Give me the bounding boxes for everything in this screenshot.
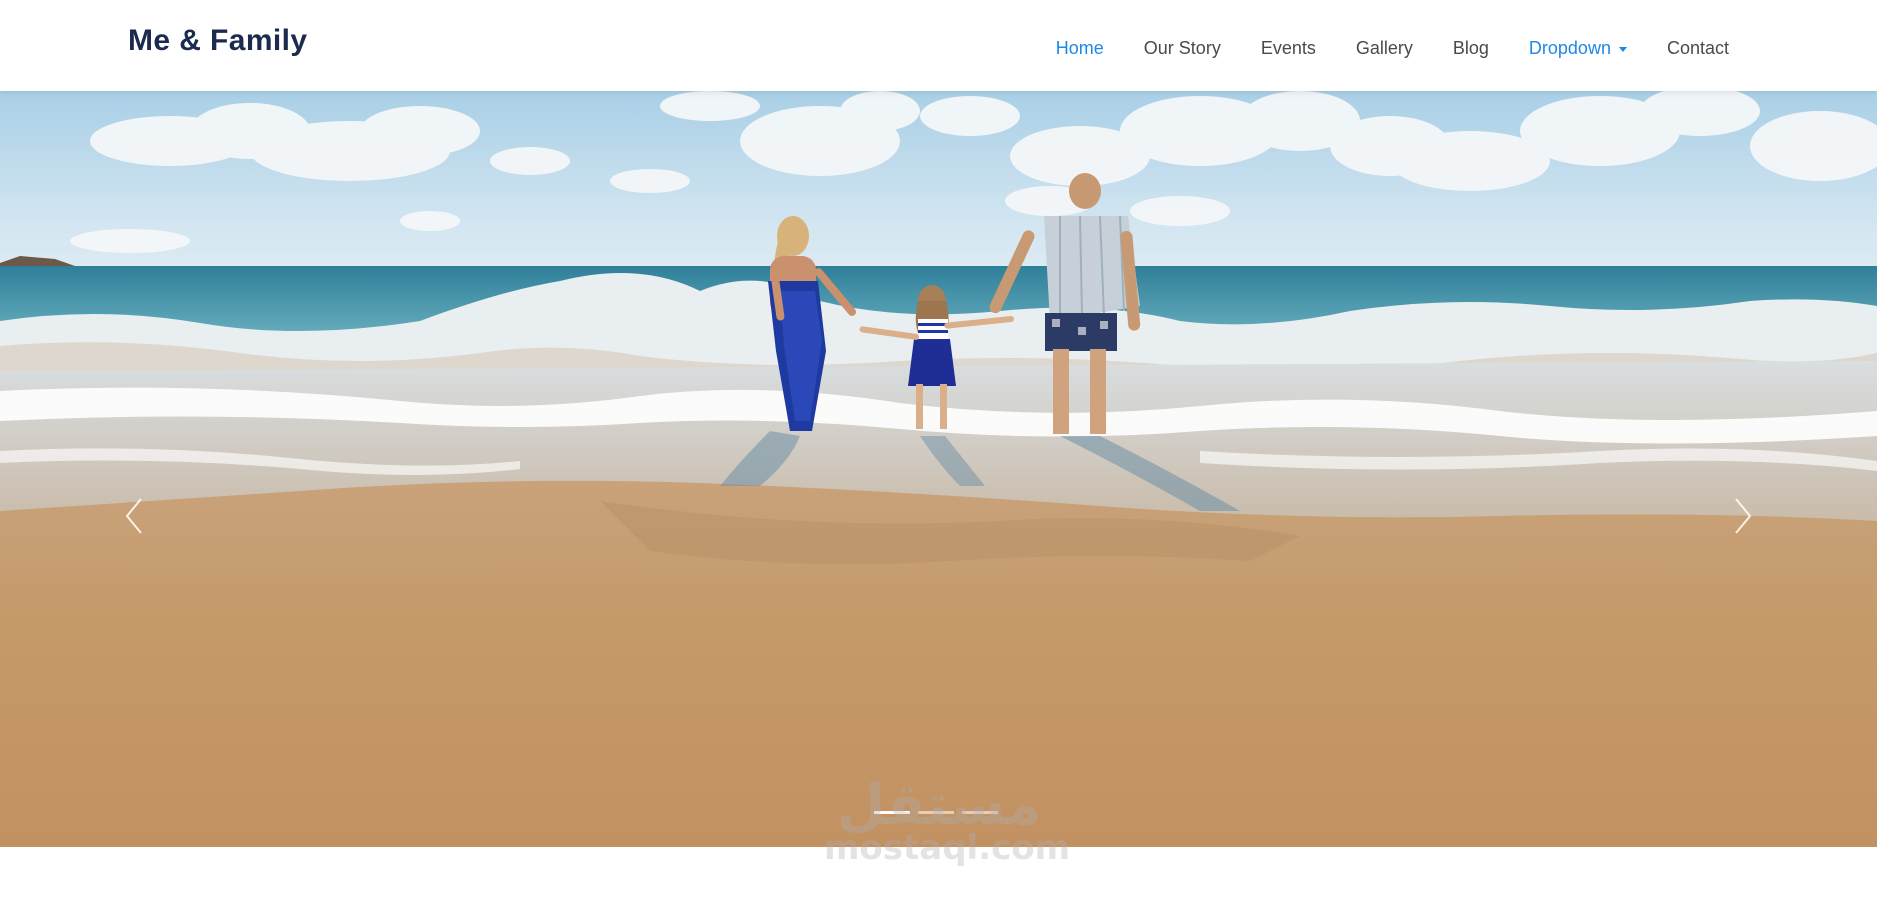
navbar: Me & Family Home Our Story Events Galler… <box>0 0 1877 91</box>
nav-item-gallery[interactable]: Gallery <box>1356 38 1413 59</box>
nav-item-events[interactable]: Events <box>1261 38 1316 59</box>
carousel-indicator-1[interactable] <box>874 811 910 814</box>
chevron-right-icon <box>1735 498 1752 534</box>
carousel-prev-button[interactable] <box>115 491 155 541</box>
nav-item-contact[interactable]: Contact <box>1667 38 1729 59</box>
carousel-next-button[interactable] <box>1722 491 1762 541</box>
carousel-indicator-3[interactable] <box>962 811 998 814</box>
carousel-indicators <box>874 811 998 814</box>
chevron-left-icon <box>125 498 142 534</box>
nav-item-blog[interactable]: Blog <box>1453 38 1489 59</box>
carousel-indicator-2[interactable] <box>918 811 954 814</box>
caret-down-icon <box>1618 47 1627 52</box>
nav-item-home[interactable]: Home <box>1056 38 1104 59</box>
hero-carousel <box>0 91 1877 847</box>
main-nav: Home Our Story Events Gallery Blog Dropd… <box>1016 38 1729 59</box>
nav-item-our-story[interactable]: Our Story <box>1144 38 1221 59</box>
nav-item-dropdown[interactable]: Dropdown <box>1529 38 1627 59</box>
site-brand[interactable]: Me & Family <box>128 24 307 58</box>
nav-dropdown-label: Dropdown <box>1528 38 1611 58</box>
family-at-beach-photo <box>0 91 1877 847</box>
